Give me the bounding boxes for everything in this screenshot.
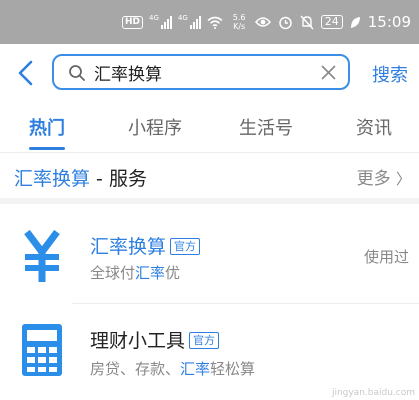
- yen-icon: [24, 230, 60, 282]
- active-tab-indicator: [29, 147, 65, 150]
- tab-mini-programs[interactable]: 小程序: [128, 114, 182, 140]
- search-input[interactable]: [94, 60, 304, 84]
- search-button[interactable]: 搜索: [372, 61, 408, 87]
- search-box[interactable]: [52, 54, 350, 90]
- status-bar: HD 4G 4G 5.6 K/s 24 15:09: [0, 0, 419, 44]
- chevron-right-icon: 〉: [395, 170, 411, 188]
- official-badge: 官方: [189, 332, 220, 349]
- section-title: 汇率换算 - 服务: [14, 168, 147, 190]
- used-status: 使用过: [363, 248, 409, 266]
- network-speed: 5.6 K/s: [232, 13, 246, 31]
- alarm-icon: [279, 16, 292, 29]
- signal-icon: 4G: [149, 15, 172, 29]
- search-row: 搜索: [0, 44, 419, 102]
- result-item[interactable]: 理财小工具 官方 房贷、存款、汇率轻松算: [0, 304, 419, 396]
- watermark: jingyan.baidu.com: [331, 388, 415, 398]
- hd-icon: HD: [122, 15, 144, 29]
- back-arrow-icon[interactable]: [14, 58, 38, 88]
- more-link[interactable]: 更多 〉: [357, 164, 411, 189]
- mute-bell-icon: [300, 15, 314, 29]
- battery-icon: 24: [320, 15, 343, 29]
- result-name: 汇率换算 官方: [90, 232, 201, 259]
- calculator-icon: [22, 324, 62, 376]
- clear-icon[interactable]: [321, 65, 336, 80]
- result-item[interactable]: 汇率换算 官方 全球付汇率优 使用过: [0, 210, 419, 302]
- official-badge: 官方: [170, 238, 201, 255]
- status-right: 24 15:09: [254, 12, 411, 32]
- wifi-icon: [207, 16, 223, 29]
- result-desc: 房贷、存款、汇率轻松算: [90, 360, 256, 378]
- section-header: 汇率换算 - 服务 更多 〉: [0, 152, 419, 198]
- leaf-icon: [350, 16, 360, 28]
- section-divider: [0, 198, 419, 204]
- status-left: HD 4G 4G 5.6 K/s: [122, 12, 246, 32]
- result-desc: 全球付汇率优: [90, 264, 181, 282]
- search-icon: [69, 65, 85, 81]
- clock: 15:09: [367, 13, 411, 31]
- tab-life-accounts[interactable]: 生活号: [239, 114, 293, 140]
- tab-news[interactable]: 资讯: [356, 114, 392, 140]
- result-name: 理财小工具 官方: [90, 326, 220, 353]
- signal-icon: 4G: [178, 15, 201, 29]
- eye-icon: [254, 17, 271, 27]
- tab-bar: 热门 小程序 生活号 资讯: [0, 102, 419, 153]
- tab-hot[interactable]: 热门: [29, 114, 65, 140]
